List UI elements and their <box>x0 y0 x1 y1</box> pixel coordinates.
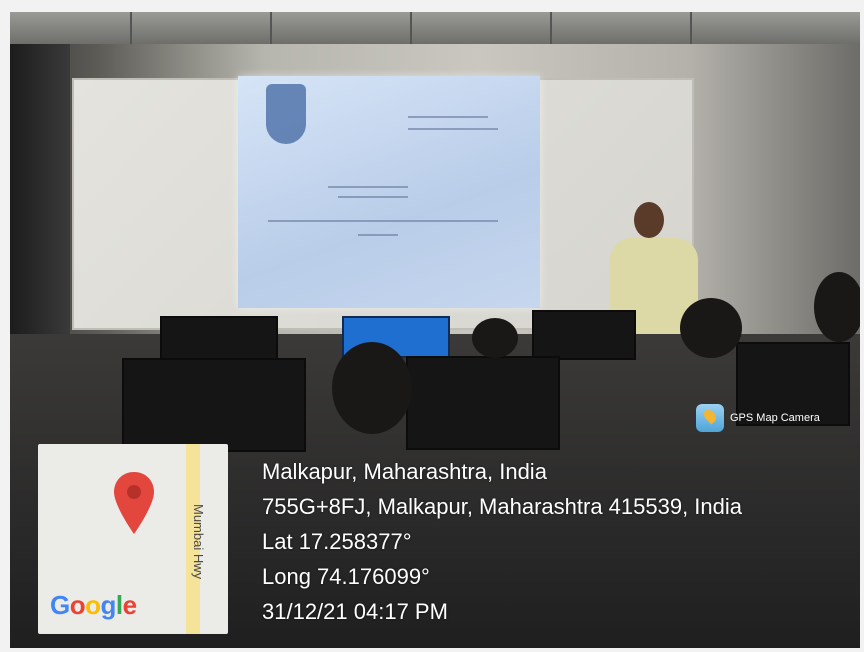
student-head <box>332 342 412 434</box>
gps-map-camera-badge: GPS Map Camera <box>696 404 820 432</box>
google-logo: Google <box>50 590 137 620</box>
map-thumbnail: Mumbai Hwy Google <box>38 444 228 634</box>
photo-frame: GPS Map Camera Mumbai Hwy Google Malkapu… <box>10 12 860 648</box>
monitor <box>532 310 636 360</box>
gps-map-camera-icon <box>696 404 724 432</box>
location-caption: Malkapur, Maharashtra, India 755G+8FJ, M… <box>262 454 742 629</box>
student-head <box>814 272 860 342</box>
timestamp: 31/12/21 04:17 PM <box>262 599 448 624</box>
monitor <box>122 358 306 452</box>
projector-screen <box>238 76 540 308</box>
location-pin-icon <box>114 472 154 534</box>
place-name: Malkapur, Maharashtra, India <box>262 459 547 484</box>
presenter-head <box>634 202 664 238</box>
road-label: Mumbai Hwy <box>191 504 206 580</box>
student-head <box>472 318 518 358</box>
student-head <box>680 298 742 358</box>
ceiling <box>10 12 860 44</box>
monitor <box>406 356 560 450</box>
longitude: Long 74.176099° <box>262 564 430 589</box>
institution-logo <box>266 84 306 144</box>
address: 755G+8FJ, Malkapur, Maharashtra 415539, … <box>262 494 743 519</box>
gps-app-name: GPS Map Camera <box>730 412 820 424</box>
monitor <box>160 316 278 360</box>
latitude: Lat 17.258377° <box>262 529 412 554</box>
